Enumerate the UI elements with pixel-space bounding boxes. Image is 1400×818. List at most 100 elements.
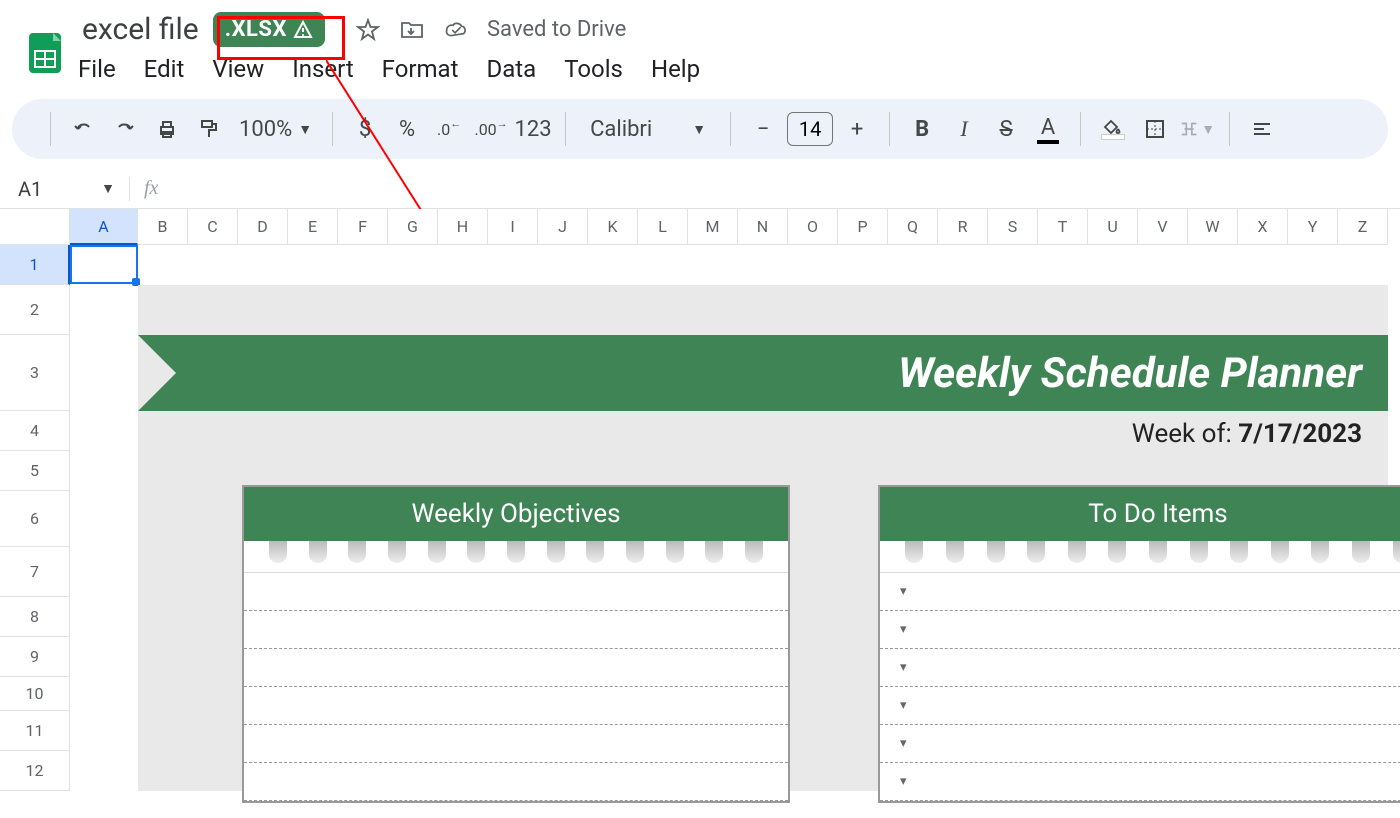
panel-header: Weekly Objectives: [244, 487, 788, 541]
column-header[interactable]: R: [938, 209, 988, 245]
name-box[interactable]: A1▼: [0, 177, 130, 201]
todo-row[interactable]: [880, 649, 1400, 687]
column-header[interactable]: H: [438, 209, 488, 245]
objective-row[interactable]: [244, 687, 788, 725]
column-header[interactable]: K: [588, 209, 638, 245]
column-header[interactable]: C: [188, 209, 238, 245]
menu-edit[interactable]: Edit: [144, 55, 185, 83]
row-header[interactable]: 4: [0, 411, 70, 451]
row-header[interactable]: 7: [0, 547, 70, 597]
decrease-decimal-button[interactable]: .0←: [431, 111, 467, 147]
column-header[interactable]: W: [1188, 209, 1238, 245]
todo-row[interactable]: [880, 687, 1400, 725]
row-header[interactable]: 2: [0, 285, 70, 335]
font-dropdown[interactable]: Calibri▼: [580, 117, 716, 142]
column-header[interactable]: F: [338, 209, 388, 245]
row-header[interactable]: 9: [0, 637, 70, 677]
redo-button[interactable]: [107, 111, 143, 147]
menu-file[interactable]: File: [78, 55, 116, 83]
increase-decimal-button[interactable]: .00→: [473, 111, 509, 147]
column-header[interactable]: B: [138, 209, 188, 245]
saved-status[interactable]: Saved to Drive: [487, 17, 626, 42]
menu-view[interactable]: View: [212, 55, 264, 83]
column-header[interactable]: N: [738, 209, 788, 245]
cell-area[interactable]: Weekly Schedule Planner Week of: 7/17/20…: [70, 245, 1388, 791]
borders-button[interactable]: [1137, 111, 1173, 147]
todo-items-panel: To Do Items: [878, 485, 1400, 803]
menu-help[interactable]: Help: [651, 55, 700, 83]
align-button[interactable]: [1244, 111, 1280, 147]
select-all-corner[interactable]: [0, 209, 70, 245]
column-header[interactable]: U: [1088, 209, 1138, 245]
row-header[interactable]: 6: [0, 491, 70, 547]
column-header[interactable]: Q: [888, 209, 938, 245]
sheets-logo-icon[interactable]: [20, 28, 70, 78]
star-icon[interactable]: [355, 17, 381, 43]
row-header[interactable]: 10: [0, 677, 70, 711]
menu-tools[interactable]: Tools: [564, 55, 623, 83]
strikethrough-button[interactable]: S: [988, 111, 1024, 147]
todo-row[interactable]: [880, 725, 1400, 763]
row-headers: 1 2 3 4 5 6 7 8 9 10 11 12: [0, 245, 70, 791]
zoom-dropdown[interactable]: 100%▼: [233, 117, 318, 142]
todo-row[interactable]: [880, 763, 1400, 801]
objective-row[interactable]: [244, 573, 788, 611]
selected-cell-a1[interactable]: [70, 245, 138, 284]
merge-cells-button[interactable]: ▼: [1179, 111, 1215, 147]
move-folder-icon[interactable]: [399, 17, 425, 43]
row-header[interactable]: 5: [0, 451, 70, 491]
objective-row[interactable]: [244, 611, 788, 649]
weekly-objectives-panel: Weekly Objectives: [242, 485, 790, 803]
objective-row[interactable]: [244, 725, 788, 763]
menu-data[interactable]: Data: [486, 55, 536, 83]
objective-row[interactable]: [244, 649, 788, 687]
bold-button[interactable]: B: [904, 111, 940, 147]
undo-button[interactable]: [65, 111, 101, 147]
title-banner: Weekly Schedule Planner: [138, 335, 1388, 411]
fill-color-button[interactable]: [1095, 111, 1131, 147]
italic-button[interactable]: I: [946, 111, 982, 147]
column-header[interactable]: I: [488, 209, 538, 245]
row-header[interactable]: 3: [0, 335, 70, 411]
row-header[interactable]: 12: [0, 751, 70, 791]
column-header[interactable]: J: [538, 209, 588, 245]
xlsx-badge[interactable]: .XLSX: [213, 12, 325, 47]
font-size-input[interactable]: 14: [787, 112, 833, 146]
column-header[interactable]: S: [988, 209, 1038, 245]
row-header[interactable]: 1: [0, 245, 70, 285]
fx-icon: fx: [130, 177, 172, 200]
column-header[interactable]: X: [1238, 209, 1288, 245]
todo-row[interactable]: [880, 573, 1400, 611]
column-header[interactable]: Y: [1288, 209, 1338, 245]
number-format-button[interactable]: 123: [515, 111, 551, 147]
column-header[interactable]: L: [638, 209, 688, 245]
column-header[interactable]: T: [1038, 209, 1088, 245]
percent-button[interactable]: %: [389, 111, 425, 147]
column-header[interactable]: E: [288, 209, 338, 245]
column-header[interactable]: G: [388, 209, 438, 245]
decrease-font-button[interactable]: −: [745, 111, 781, 147]
column-header[interactable]: D: [238, 209, 288, 245]
menu-format[interactable]: Format: [382, 55, 459, 83]
cloud-check-icon[interactable]: [443, 17, 469, 43]
row-header[interactable]: 11: [0, 711, 70, 751]
currency-button[interactable]: $: [347, 111, 383, 147]
column-header[interactable]: Z: [1338, 209, 1388, 245]
increase-font-button[interactable]: +: [839, 111, 875, 147]
column-header[interactable]: M: [688, 209, 738, 245]
spiral-binding-icon: [880, 541, 1400, 573]
column-header[interactable]: V: [1138, 209, 1188, 245]
column-header[interactable]: O: [788, 209, 838, 245]
column-header[interactable]: P: [838, 209, 888, 245]
objective-row[interactable]: [244, 763, 788, 801]
todo-row[interactable]: [880, 611, 1400, 649]
panel-header: To Do Items: [880, 487, 1400, 541]
document-title[interactable]: excel file: [78, 10, 203, 49]
print-button[interactable]: [149, 111, 185, 147]
paint-format-button[interactable]: [191, 111, 227, 147]
text-color-button[interactable]: A: [1030, 111, 1066, 147]
week-of-value[interactable]: 7/17/2023: [1238, 419, 1362, 449]
row-header[interactable]: 8: [0, 597, 70, 637]
menu-insert[interactable]: Insert: [292, 55, 353, 83]
column-header[interactable]: A: [70, 209, 138, 245]
